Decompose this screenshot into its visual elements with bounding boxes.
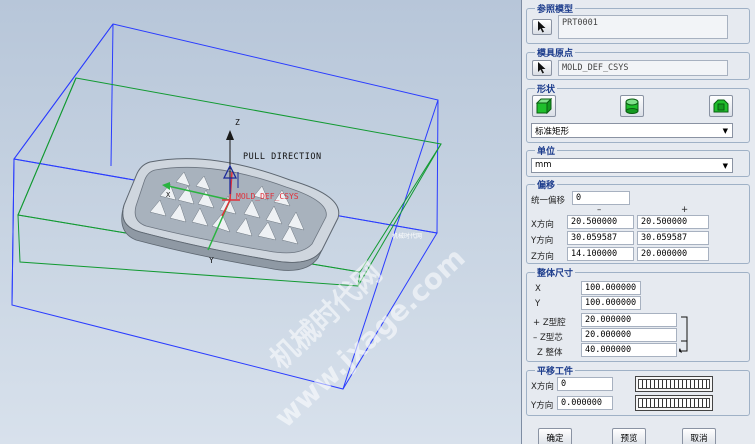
group-reference-model: 参照模型 PRT0001 xyxy=(526,2,750,44)
dropdown-arrow-icon: ▼ xyxy=(722,162,728,170)
z-total-label: Z 整体 xyxy=(537,348,563,358)
workpiece-panel: 参照模型 PRT0001 模具原点 MOLD_DEF_CSYS 形状 标准矩形 … xyxy=(521,0,755,444)
cancel-button[interactable]: 取消 xyxy=(682,428,716,444)
shape-title: 形状 xyxy=(535,82,558,95)
group-overall-size: 整体尺寸 X 100.000000 Y 100.000000 + Z型腔 20.… xyxy=(526,266,750,362)
unit-dropdown[interactable]: mm ▼ xyxy=(531,158,733,173)
box-shape-icon xyxy=(535,98,553,114)
translate-y-input[interactable]: 0.000000 xyxy=(557,396,613,410)
cursor-arrow-icon xyxy=(538,21,546,33)
z-total-input[interactable]: 40.000000 xyxy=(581,343,677,357)
offset-z-minus-input[interactable]: 14.100000 xyxy=(567,247,634,261)
overall-x-input[interactable]: 100.000000 xyxy=(581,281,641,295)
translate-x-slider[interactable] xyxy=(635,376,713,392)
overall-size-title: 整体尺寸 xyxy=(535,266,576,279)
translate-x-input[interactable]: 0 xyxy=(557,377,613,391)
shape-box-button[interactable] xyxy=(532,95,556,117)
offset-y-minus-input[interactable]: 30.059587 xyxy=(567,231,634,245)
select-reference-button[interactable] xyxy=(532,19,552,35)
preview-button[interactable]: 预览 xyxy=(612,428,646,444)
pull-direction-label: PULL DIRECTION xyxy=(243,152,322,162)
shape-cylinder-button[interactable] xyxy=(620,95,644,117)
offset-y-plus-input[interactable]: 30.059587 xyxy=(637,231,709,245)
z-core-input[interactable]: 20.000000 xyxy=(581,328,677,342)
offset-minus-header: – xyxy=(597,205,602,215)
overall-y-input[interactable]: 100.000000 xyxy=(581,296,641,310)
offset-plus-header: + xyxy=(681,205,689,215)
overall-y-label: Y xyxy=(535,299,541,309)
uniform-offset-label: 统一偏移 xyxy=(531,196,566,206)
sum-bracket-icon xyxy=(679,316,688,353)
uniform-offset-input[interactable]: 0 xyxy=(572,191,630,205)
z-axis-label: Z xyxy=(235,118,240,127)
model-viewport[interactable]: Z PULL DIRECTION MOLD_DEF_CSYS X Y 机械时代网… xyxy=(0,0,521,444)
translate-title: 平移工件 xyxy=(535,364,576,377)
custom-shape-icon xyxy=(713,99,729,113)
small-watermark-text: 机械时代网 xyxy=(392,233,423,240)
ok-button[interactable]: 确定 xyxy=(538,428,572,444)
offset-x-label: X方向 xyxy=(531,220,554,230)
shape-custom-button[interactable] xyxy=(709,95,733,117)
translate-y-slider[interactable] xyxy=(635,395,713,411)
offset-title: 偏移 xyxy=(535,178,558,191)
model-graphics xyxy=(11,23,442,390)
y-axis-label: Y xyxy=(209,256,214,265)
z-cavity-label: + Z型腔 xyxy=(533,318,566,328)
offset-z-plus-input[interactable]: 20.000000 xyxy=(637,247,709,261)
dropdown-arrow-icon: ▼ xyxy=(722,127,728,135)
mold-origin-field[interactable]: MOLD_DEF_CSYS xyxy=(558,60,728,76)
cylinder-shape-icon xyxy=(625,98,639,114)
group-mold-origin: 模具原点 MOLD_DEF_CSYS xyxy=(526,46,750,80)
z-cavity-input[interactable]: 20.000000 xyxy=(581,313,677,327)
reference-model-title: 参照模型 xyxy=(535,2,576,15)
reference-model-field[interactable]: PRT0001 xyxy=(558,15,728,39)
z-core-label: – Z型芯 xyxy=(533,333,563,343)
offset-y-label: Y方向 xyxy=(531,236,554,246)
group-unit: 单位 mm ▼ xyxy=(526,144,750,177)
select-origin-button[interactable] xyxy=(532,60,552,76)
offset-z-label: Z方向 xyxy=(531,252,554,262)
shape-dropdown-value: 标准矩形 xyxy=(535,127,570,137)
cursor-arrow-icon xyxy=(538,62,546,74)
unit-title: 单位 xyxy=(535,144,558,157)
group-shape: 形状 标准矩形 ▼ xyxy=(526,82,750,143)
overall-x-label: X xyxy=(535,284,541,294)
mold-origin-title: 模具原点 xyxy=(535,46,576,59)
csys-label: MOLD_DEF_CSYS xyxy=(236,192,299,201)
shape-dropdown[interactable]: 标准矩形 ▼ xyxy=(531,123,733,138)
x-axis-label: X xyxy=(166,191,171,199)
offset-x-plus-input[interactable]: 20.500000 xyxy=(637,215,709,229)
translate-y-label: Y方向 xyxy=(531,401,554,411)
unit-dropdown-value: mm xyxy=(535,160,552,170)
group-translate: 平移工件 X方向 0 Y方向 0.000000 xyxy=(526,364,750,416)
offset-x-minus-input[interactable]: 20.500000 xyxy=(567,215,634,229)
group-offset: 偏移 统一偏移 0 – + X方向 20.500000 20.500000 Y方… xyxy=(526,178,750,264)
translate-x-label: X方向 xyxy=(531,382,554,392)
